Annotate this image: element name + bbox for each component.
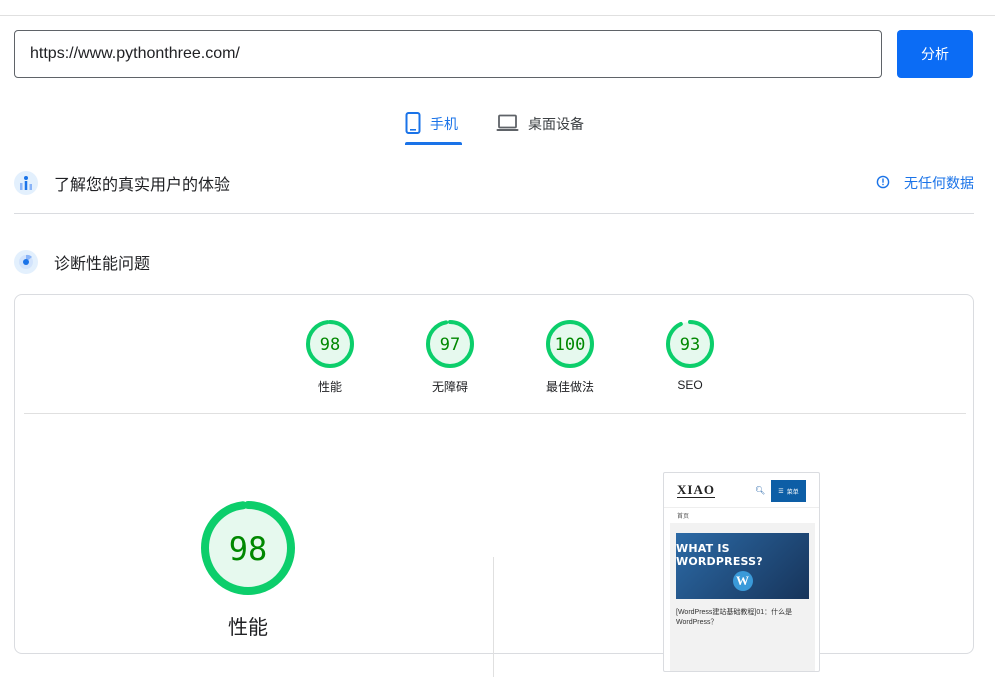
card-divider xyxy=(24,413,966,414)
preview-content: WHAT IS WORDPRESS? W [WordPress建站基础教程]01… xyxy=(670,523,815,671)
score-label: 最佳做法 xyxy=(545,380,594,394)
performance-score-ring: 98 xyxy=(201,501,295,595)
url-input[interactable] xyxy=(14,30,882,78)
tab-mobile[interactable]: 手机 xyxy=(405,104,462,144)
score-value: 93 xyxy=(680,335,700,355)
diagnostics-title: 诊断性能问题 xyxy=(54,256,151,273)
score-ring: 97 xyxy=(426,320,474,368)
tab-desktop-label: 桌面设备 xyxy=(528,116,584,132)
people-chart-icon xyxy=(14,171,38,195)
search-icon: 🔍︎ xyxy=(755,486,766,495)
page-screenshot-preview: XIAO 🔍︎ ☰ 菜单 首页 WHAT IS WORDPRESS? W [Wo… xyxy=(663,472,820,672)
wordpress-logo-icon: W xyxy=(732,570,753,591)
no-data-link[interactable]: 无任何数据 xyxy=(876,168,974,198)
score-gauge-3[interactable]: 93 SEO xyxy=(640,319,740,392)
top-divider xyxy=(0,15,995,16)
score-ring: 98 xyxy=(306,320,354,368)
hamburger-icon: ☰ xyxy=(778,488,784,495)
preview-article-title: [WordPress建站基础教程]01：什么是WordPress？ xyxy=(676,609,793,626)
tab-mobile-label: 手机 xyxy=(430,116,458,132)
preview-image-title: WHAT IS WORDPRESS? xyxy=(676,541,763,568)
tab-desktop[interactable]: 桌面设备 xyxy=(496,104,584,144)
smartphone-icon xyxy=(405,111,421,137)
main-performance-gauge[interactable]: 98 性能 xyxy=(198,498,298,640)
diagnostics-section: 诊断性能问题 xyxy=(14,247,974,277)
main-score-value: 98 xyxy=(229,530,268,568)
active-tab-indicator xyxy=(405,142,462,145)
analyze-button[interactable]: 分析 xyxy=(897,30,973,78)
score-value: 97 xyxy=(440,335,460,355)
section-divider xyxy=(14,213,974,214)
score-ring: 93 xyxy=(666,320,714,368)
no-data-label: 无任何数据 xyxy=(904,175,974,191)
preview-breadcrumb-bar: 首页 xyxy=(664,507,819,521)
score-gauge-2[interactable]: 100 最佳做法 xyxy=(520,319,620,395)
score-label: 性能 xyxy=(317,380,342,394)
vertical-divider xyxy=(493,557,494,677)
preview-featured-image: WHAT IS WORDPRESS? W xyxy=(676,533,809,599)
preview-logo: XIAO xyxy=(677,482,715,498)
score-gauge-0[interactable]: 98 性能 xyxy=(280,319,380,395)
score-ring: 100 xyxy=(546,320,594,368)
preview-header: XIAO 🔍︎ ☰ 菜单 xyxy=(664,473,819,509)
preview-menu-button: ☰ 菜单 xyxy=(771,480,806,502)
score-value: 100 xyxy=(555,335,586,355)
lighthouse-report-card: 98 性能 97 无障碍 100 最佳做法 93 SEO 98 性能 XIAO 🔍︎ ☰ 菜单… xyxy=(14,294,974,677)
field-data-title: 了解您的真实用户的体验 xyxy=(54,177,231,194)
lighthouse-radar-icon xyxy=(14,250,38,274)
score-label: 无障碍 xyxy=(431,380,468,394)
score-value: 98 xyxy=(320,335,340,355)
laptop-icon xyxy=(496,114,519,135)
score-gauge-1[interactable]: 97 无障碍 xyxy=(400,319,500,395)
field-data-section: 了解您的真实用户的体验 无任何数据 xyxy=(14,168,974,198)
score-label: SEO xyxy=(677,378,703,392)
preview-menu-label: 菜单 xyxy=(786,489,799,496)
main-score-label: 性能 xyxy=(228,617,268,639)
info-icon xyxy=(876,175,890,192)
preview-breadcrumb: 首页 xyxy=(677,514,690,520)
